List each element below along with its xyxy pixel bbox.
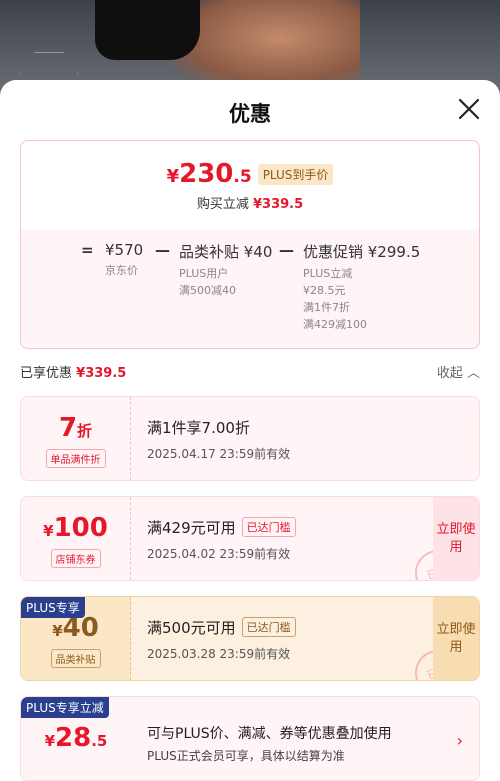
jd-price-block: = ¥570 京东价 <box>81 241 144 277</box>
background-sleeve <box>95 0 200 60</box>
sheet-header: 优惠 <box>0 80 500 138</box>
close-icon[interactable] <box>458 98 480 120</box>
discount-sheet: 优惠 ¥230.5 PLUS到手价 购买立减 ¥339.5 = ¥570 京东价 … <box>0 80 500 781</box>
coupon-expiry: 2025.04.17 23:59前有效 <box>147 447 291 461</box>
plus-exclusive-ribbon: PLUS专享 <box>21 597 85 618</box>
category-subsidy-block: — 品类补贴 ¥40 PLUS用户 满500减40 <box>155 241 273 297</box>
use-now-button[interactable]: 立即使用 <box>433 597 479 680</box>
coupon-note: PLUS正式会员可享，具体以结算为准 <box>147 749 345 763</box>
coupon-condition: 满1件享7.00折 <box>147 419 250 437</box>
jd-price-label: 京东价 <box>105 264 138 277</box>
coupon-value: 7折 <box>58 413 93 443</box>
buy-discount-row: 购买立减 ¥339.5 <box>196 197 304 212</box>
coupon-description: 可与PLUS价、满减、券等优惠叠加使用 <box>147 726 392 742</box>
price-summary-card: ¥230.5 PLUS到手价 购买立减 ¥339.5 = ¥570 京东价 — 品… <box>20 140 480 349</box>
coupon-condition: 满500元可用 已达门槛 <box>147 617 296 638</box>
coupon-plus-instant[interactable]: PLUS专享立减 ¥28.5 可与PLUS价、满减、券等优惠叠加使用 PLUS正… <box>20 696 480 781</box>
plus-price-tag: PLUS到手价 <box>257 163 334 185</box>
use-now-button[interactable]: 立即使用 <box>433 497 479 580</box>
collapse-button[interactable]: 收起 ︿ <box>437 362 480 381</box>
coupon-value: ¥100 <box>43 513 108 543</box>
coupon-expiry: 2025.03.28 23:59前有效 <box>147 647 291 661</box>
sheet-title: 优惠 <box>229 102 271 126</box>
final-price-row: ¥230.5 PLUS到手价 <box>21 159 479 189</box>
jd-price: ¥570 <box>105 241 144 259</box>
chevron-right-icon: › <box>456 731 463 750</box>
coupon-value: ¥28.5 <box>44 723 108 753</box>
enjoyed-discount: 已享优惠 ¥339.5 <box>20 366 127 381</box>
promo-amount: 优惠促销 ¥299.5 <box>303 243 421 261</box>
chevron-up-icon: ︿ <box>466 366 480 381</box>
coupon-store: ¥100 店铺东券 满429元可用 已达门槛 2025.04.02 23:59前有… <box>20 496 480 581</box>
category-subsidy: 品类补贴 ¥40 <box>179 243 273 261</box>
coupon-type-tag: 单品满件折 <box>45 449 106 468</box>
coupon-type-tag: 品类补贴 <box>50 649 101 668</box>
coupon-category-subsidy: PLUS专享 ¥40 品类补贴 满500元可用 已达门槛 2025.03.28 2… <box>20 596 480 681</box>
promo-block: — 优惠促销 ¥299.5 PLUS立减 ¥28.5元 满1件7折 满429减100 <box>279 241 421 331</box>
coupon-condition: 满429元可用 已达门槛 <box>147 517 296 538</box>
plus-instant-ribbon: PLUS专享立减 <box>21 697 109 718</box>
coupon-discount-rate: 7折 单品满件折 满1件享7.00折 2025.04.17 23:59前有效 <box>20 396 480 481</box>
threshold-reached-tag: 已达门槛 <box>241 517 296 537</box>
threshold-reached-tag: 已达门槛 <box>241 617 296 637</box>
final-price: ¥230.5 <box>166 159 252 189</box>
coupon-type-tag: 店铺东券 <box>50 549 101 568</box>
coupon-expiry: 2025.04.02 23:59前有效 <box>147 547 291 561</box>
